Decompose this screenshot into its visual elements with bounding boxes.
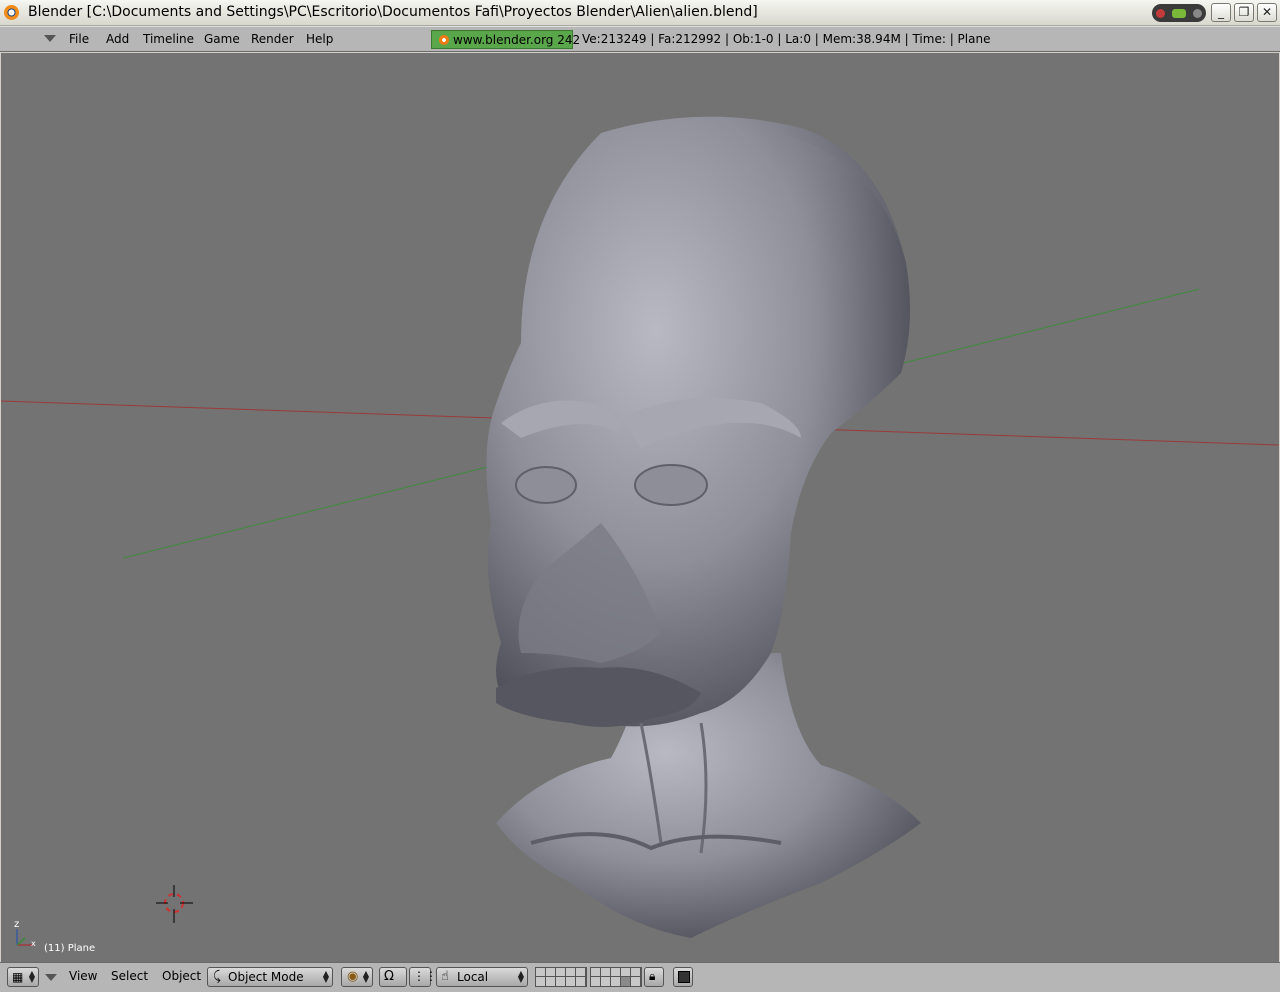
lock-layers-button[interactable]: 🔒︎	[644, 967, 664, 987]
menu-add[interactable]: Add	[106, 32, 129, 46]
orientation-select-value: Local	[457, 970, 489, 984]
site-badge-label: www.blender.org 242	[453, 33, 581, 47]
render-preview-button[interactable]	[673, 967, 693, 987]
collapse-menu-arrow-icon[interactable]	[44, 35, 56, 42]
draw-type-button[interactable]: ◉ ▲ ▼	[341, 967, 373, 987]
gizmo-z-label: z	[14, 919, 20, 930]
blender-app-icon[interactable]	[4, 5, 19, 20]
gizmo-x-label: x	[31, 939, 36, 948]
lock-icon: 🔒︎	[649, 969, 656, 983]
window-title-bar[interactable]: Blender [C:\Documents and Settings\PC\Es…	[0, 0, 1280, 26]
mode-select-value: Object Mode	[228, 970, 304, 984]
info-header: File Add Timeline Game Render Help www.b…	[0, 26, 1280, 52]
updown-icon: ▲ ▼	[362, 969, 369, 984]
grid-editor-type-icon: ▦	[12, 970, 24, 984]
3d-cursor-icon	[156, 885, 193, 923]
scene-stats: Ve:213249 | Fa:212992 | Ob:1-0 | La:0 | …	[582, 32, 991, 46]
render-preview-icon	[678, 971, 690, 983]
3d-view-header: ▦ ▲ ▼ View Select Object ⤹ Object Mode ▲ ▼…	[0, 962, 1280, 992]
hand-transform-icon: ☝	[441, 969, 449, 984]
snap-icon: ⋮⋮	[413, 969, 437, 983]
3d-viewport[interactable]: z x (11) Plane	[1, 53, 1279, 962]
menu-help[interactable]: Help	[306, 32, 333, 46]
blender-logo-icon	[439, 35, 449, 45]
orientation-select[interactable]: ☝ Local ▲ ▼	[436, 967, 528, 987]
restore-button[interactable]: ❐	[1234, 3, 1254, 22]
object-mode-icon: ⤹	[213, 969, 221, 984]
updown-icon: ▲ ▼	[517, 969, 524, 984]
menu-timeline[interactable]: Timeline	[143, 32, 194, 46]
menu-game[interactable]: Game	[204, 32, 240, 46]
updown-icon: ▲ ▼	[322, 969, 329, 984]
minimize-button[interactable]: _	[1211, 3, 1231, 22]
record-icon[interactable]	[1155, 8, 1165, 18]
viewport-canvas	[1, 116, 1279, 946]
shading-solid-icon: ◉	[347, 969, 359, 984]
tray-icons-group	[1152, 4, 1206, 22]
blender-site-badge[interactable]: www.blender.org 242	[431, 30, 580, 49]
layer-buttons-1[interactable]	[535, 967, 587, 987]
window-title: Blender [C:\Documents and Settings\PC\Es…	[28, 4, 758, 20]
nvidia-icon[interactable]	[1171, 8, 1186, 18]
layer-buttons-2[interactable]	[590, 967, 642, 987]
menu-render[interactable]: Render	[251, 32, 294, 46]
settings-dot-icon[interactable]	[1193, 8, 1203, 18]
menu-view[interactable]: View	[69, 969, 97, 983]
menu-file[interactable]: File	[69, 32, 89, 46]
editor-type-button[interactable]: ▦ ▲ ▼	[7, 967, 39, 987]
menu-object[interactable]: Object	[162, 969, 201, 983]
snap-button[interactable]: ⋮⋮	[409, 967, 437, 987]
pivot-button[interactable]: Ω	[379, 967, 407, 987]
menu-select[interactable]: Select	[111, 969, 148, 983]
alien-head-mesh	[486, 116, 921, 938]
active-object-label: (11) Plane	[44, 943, 96, 954]
collapse-header-arrow-icon[interactable]	[45, 974, 57, 981]
pivot-icon: Ω	[384, 969, 394, 984]
close-button[interactable]: ✕	[1257, 3, 1277, 22]
updown-icon: ▲ ▼	[28, 969, 35, 984]
mode-select[interactable]: ⤹ Object Mode ▲ ▼	[207, 967, 333, 987]
